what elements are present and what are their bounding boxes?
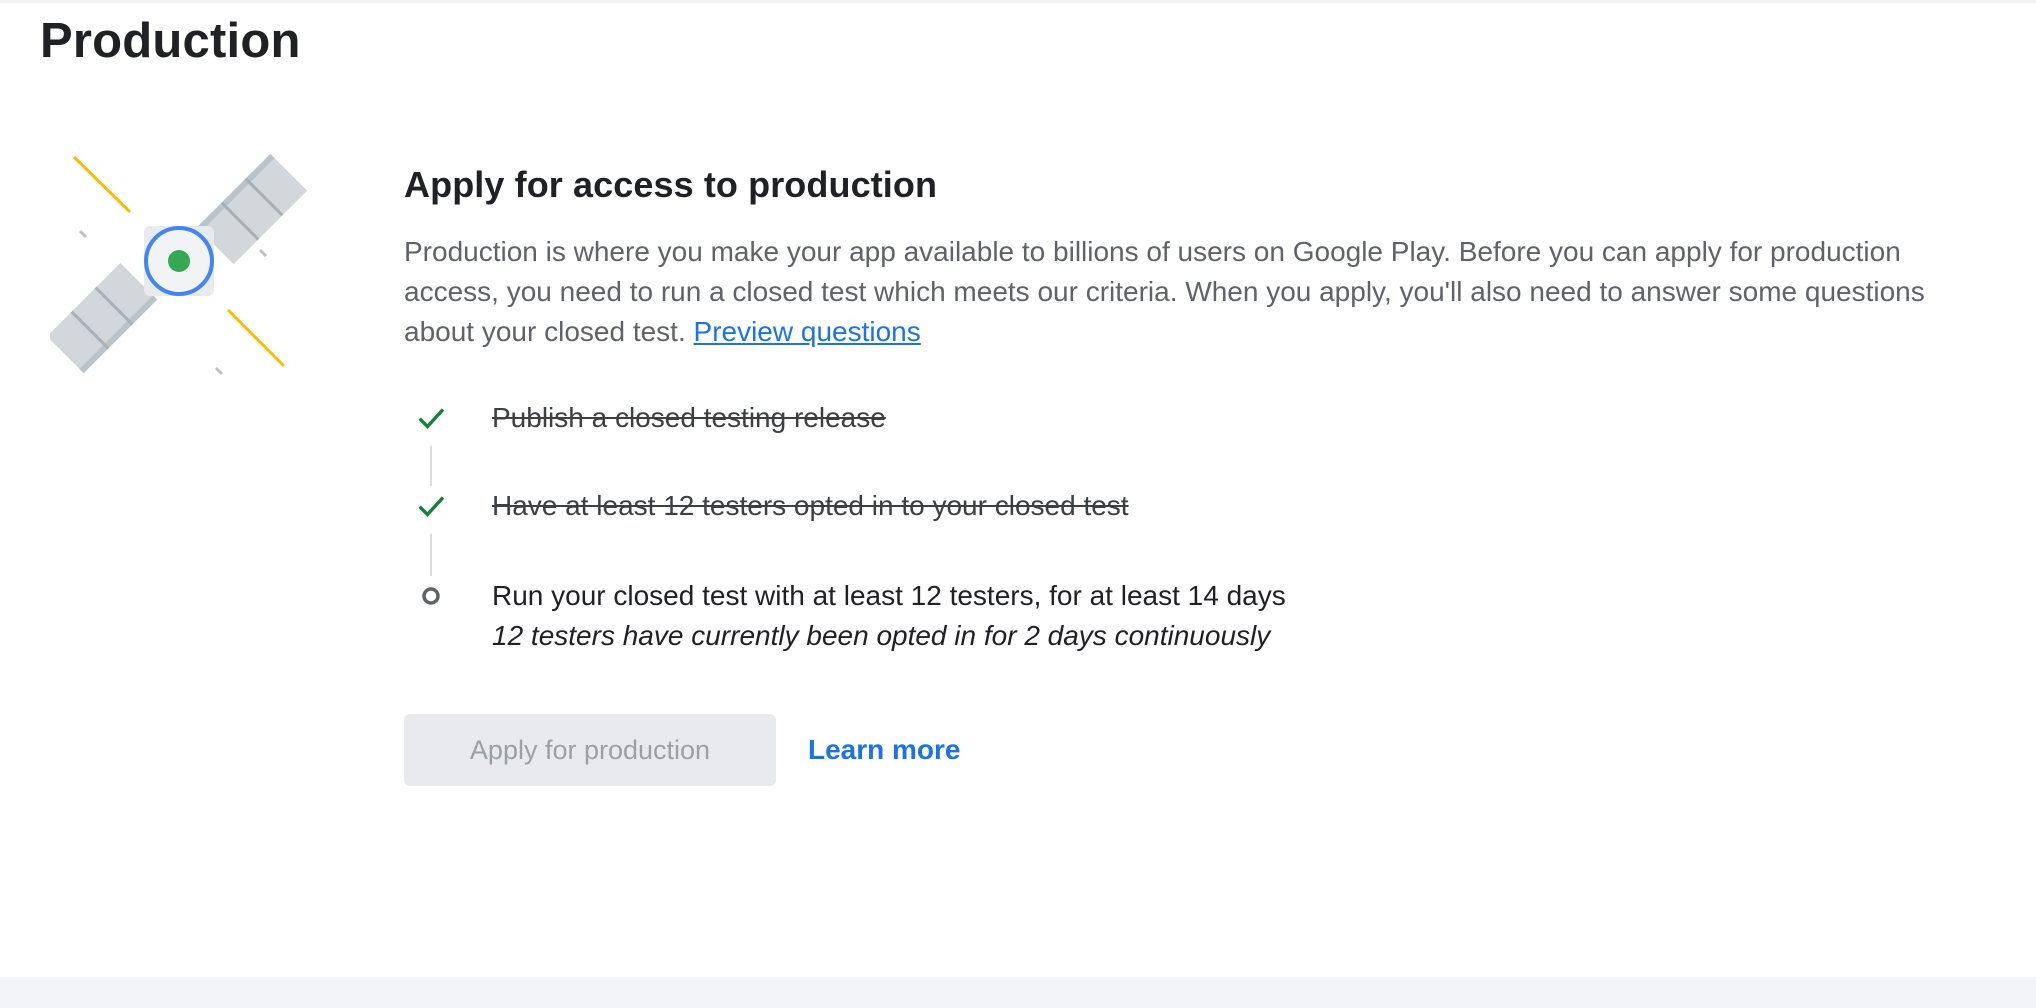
check-icon	[412, 399, 450, 437]
satellite-illustration	[46, 130, 310, 400]
checklist-item-label: Publish a closed testing release	[492, 402, 886, 433]
description-text: Production is where you make your app av…	[404, 236, 1925, 347]
section-heading: Apply for access to production	[404, 164, 938, 205]
checklist-item-label: Run your closed test with at least 12 te…	[492, 580, 1286, 611]
step-connector	[430, 534, 432, 576]
apply-for-production-button[interactable]: Apply for production	[404, 714, 776, 786]
section-description: Production is where you make your app av…	[404, 232, 1994, 352]
preview-questions-link[interactable]: Preview questions	[694, 316, 921, 347]
checklist-item-label: Have at least 12 testers opted in to you…	[492, 490, 1129, 521]
progress-note: 12 testers have currently been opted in …	[492, 620, 1271, 651]
top-divider	[0, 0, 2036, 3]
satellite-icon	[46, 153, 308, 376]
pending-circle-icon	[412, 577, 450, 615]
learn-more-link[interactable]: Learn more	[808, 730, 961, 770]
check-icon	[412, 487, 450, 525]
bottom-bar	[0, 977, 2036, 1008]
requirements-checklist: Publish a closed testing release Have at…	[404, 398, 1804, 668]
page-title: Production	[40, 14, 301, 68]
step-connector	[430, 446, 432, 486]
